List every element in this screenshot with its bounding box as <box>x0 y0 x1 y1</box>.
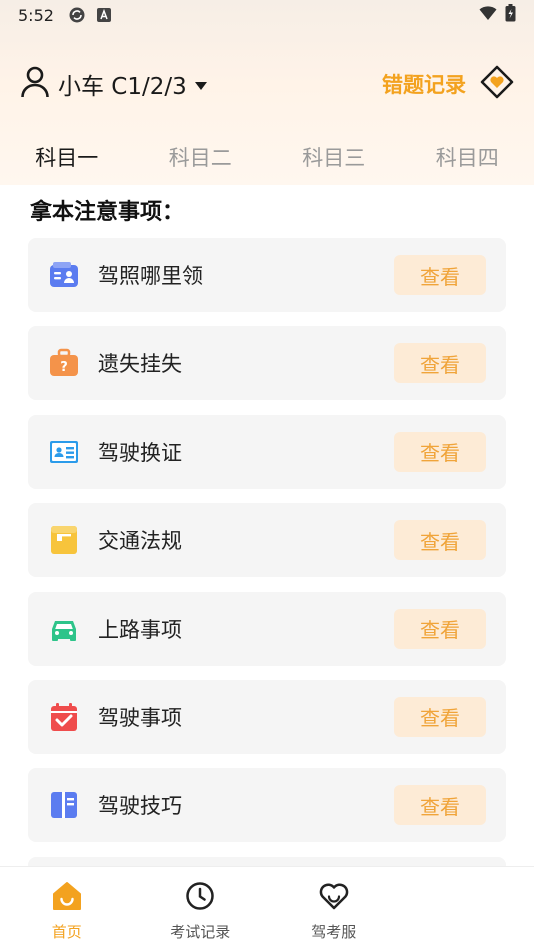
item-title: 遗失挂失 <box>98 352 182 377</box>
app-header: 小车 C1/2/3 错题记录 <box>20 62 514 106</box>
list-item[interactable]: ? 遗失挂失 查看 <box>28 326 506 401</box>
law-book-icon <box>48 524 80 556</box>
view-button[interactable]: 查看 <box>394 255 486 295</box>
user-icon <box>20 66 50 102</box>
status-time: 5:52 <box>18 5 54 25</box>
tab-subject-4[interactable]: 科目四 <box>401 142 534 172</box>
list-item[interactable]: 驾驶事项 查看 <box>28 679 506 754</box>
tab-subject-2[interactable]: 科目二 <box>134 142 268 172</box>
diamond-heart-icon <box>480 65 514 103</box>
view-button[interactable]: 查看 <box>394 785 486 826</box>
section-title: 拿本注意事项： <box>30 200 185 225</box>
item-title: 驾驶技巧 <box>98 794 182 819</box>
view-button[interactable]: 查看 <box>394 431 486 472</box>
sync-icon <box>68 6 86 24</box>
wrong-record-button[interactable]: 错题记录 <box>382 65 514 103</box>
list-item[interactable]: 交通法规 查看 <box>28 503 506 578</box>
view-button[interactable]: 查看 <box>394 520 486 561</box>
nav-home[interactable]: 首页 <box>0 867 134 950</box>
caret-down-icon <box>194 75 207 94</box>
subject-tabs: 科目一 科目二 科目三 科目四 <box>0 135 534 179</box>
clock-icon <box>185 881 215 915</box>
home-icon <box>51 881 83 915</box>
a-notification-icon <box>96 7 112 23</box>
car-icon <box>48 613 80 645</box>
car-type-label: 小车 C1/2/3 <box>58 74 187 100</box>
svg-text:?: ? <box>60 360 68 375</box>
item-title: 交通法规 <box>98 529 182 554</box>
tab-subject-3[interactable]: 科目三 <box>267 142 401 172</box>
item-title: 驾驶换证 <box>98 440 182 465</box>
license-card-icon <box>48 259 80 291</box>
tab-subject-1[interactable]: 科目一 <box>0 142 134 172</box>
lost-briefcase-icon: ? <box>48 347 80 379</box>
view-button[interactable]: 查看 <box>394 608 486 649</box>
view-button[interactable]: 查看 <box>394 696 486 737</box>
nav-exam-records[interactable]: 考试记录 <box>134 867 268 950</box>
notice-list: 驾照哪里领 查看 ? 遗失挂失 查看 驾驶换证 查看 交通法规 查看 上路事项 … <box>28 238 506 911</box>
heart-icon <box>318 881 350 915</box>
nav-service[interactable]: 驾考服 <box>267 867 401 950</box>
book-icon <box>48 789 80 821</box>
nav-exam-records-label: 考试记录 <box>170 923 231 941</box>
item-title: 上路事项 <box>98 617 182 642</box>
car-type-selector[interactable]: 小车 C1/2/3 <box>20 66 207 102</box>
wifi-icon <box>479 5 497 25</box>
nav-service-label: 驾考服 <box>311 923 357 941</box>
list-item[interactable]: 驾照哪里领 查看 <box>28 238 506 312</box>
wrong-record-label: 错题记录 <box>382 73 466 97</box>
list-item[interactable]: 上路事项 查看 <box>28 591 506 666</box>
nav-home-label: 首页 <box>51 923 82 941</box>
bottom-navigation: 首页 考试记录 驾考服 <box>0 866 534 950</box>
id-card-icon <box>48 436 80 468</box>
battery-icon <box>505 4 516 26</box>
list-item[interactable]: 驾驶换证 查看 <box>28 414 506 489</box>
calendar-check-icon <box>48 701 80 733</box>
view-button[interactable]: 查看 <box>394 343 486 384</box>
list-item[interactable]: 驾驶技巧 查看 <box>28 768 506 843</box>
item-title: 驾照哪里领 <box>98 264 203 288</box>
status-bar: 5:52 <box>0 0 534 30</box>
item-title: 驾驶事项 <box>98 705 182 730</box>
